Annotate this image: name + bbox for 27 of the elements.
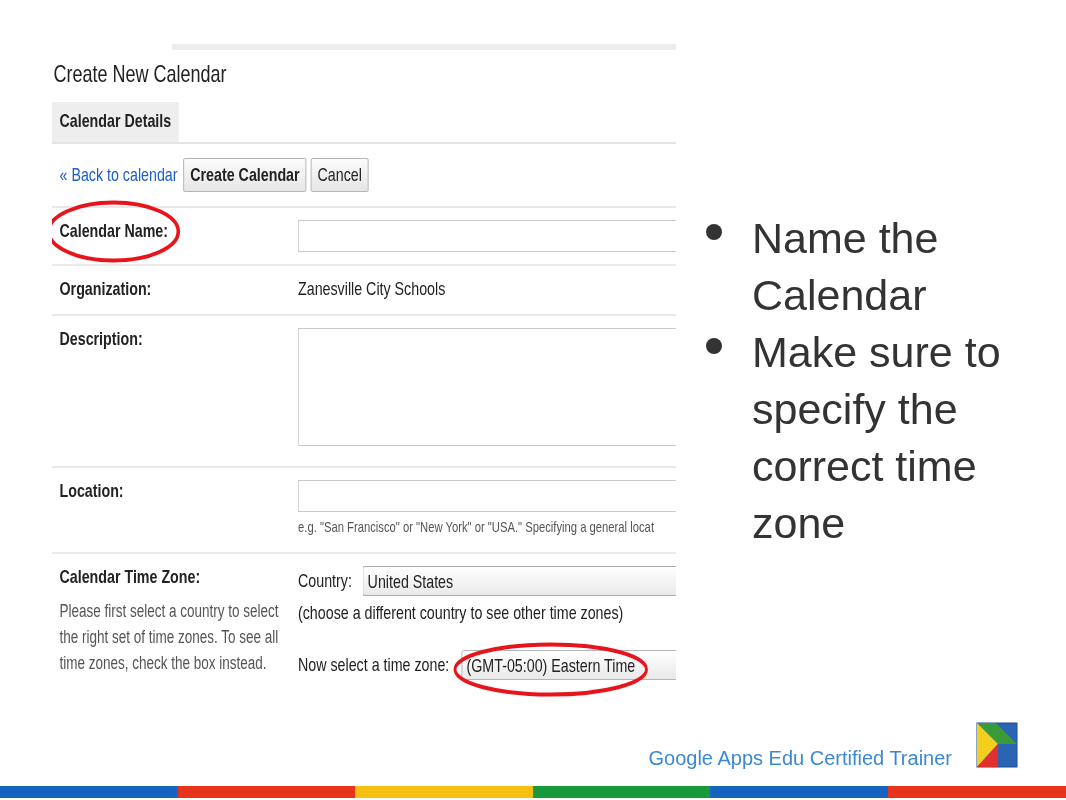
timezone-dropdown[interactable]: (GMT-05:00) Eastern Time [461, 650, 676, 680]
field-label: Now select a time zone: [298, 654, 450, 676]
field-value: Zanesville City Schools [298, 278, 447, 300]
field-label: Location: [59, 480, 124, 502]
bullet-text: Name the Calendar [752, 213, 940, 321]
hint-text: e.g. "San Francisco" or "New York" or "USA." Specifying a general locat [298, 518, 655, 535]
field-label: Country: [298, 570, 352, 592]
tab[interactable]: Calendar Details [52, 102, 179, 142]
text-field[interactable] [298, 220, 676, 252]
field-label: Calendar Time Zone: [59, 566, 201, 588]
action-button[interactable]: Cancel [310, 158, 369, 192]
action-button[interactable]: Create Calendar [183, 158, 307, 192]
help-text: (choose a different country to see other time zones) [298, 602, 625, 624]
page-title: Create New Calendar [52, 59, 228, 89]
country-dropdown[interactable]: United States [362, 566, 676, 596]
text-field[interactable] [298, 480, 676, 512]
text-area[interactable] [298, 328, 676, 446]
field-label: Calendar Name: [59, 220, 168, 242]
bullet-text: Make sure to specify the correct time zone [752, 327, 1002, 549]
bullet-icon [706, 338, 722, 354]
field-label: Description: [59, 328, 143, 350]
logo-icon [976, 722, 1018, 768]
bullet-icon [706, 224, 722, 240]
footer-text: Google Apps Edu Certified Trainer [648, 746, 952, 770]
help-text: Please first select a country to select the right set of time zones. To see all time zones, check the box instead. [59, 600, 280, 675]
field-label: Organization: [59, 278, 152, 300]
back-link[interactable]: « Back to calendar [59, 164, 178, 186]
